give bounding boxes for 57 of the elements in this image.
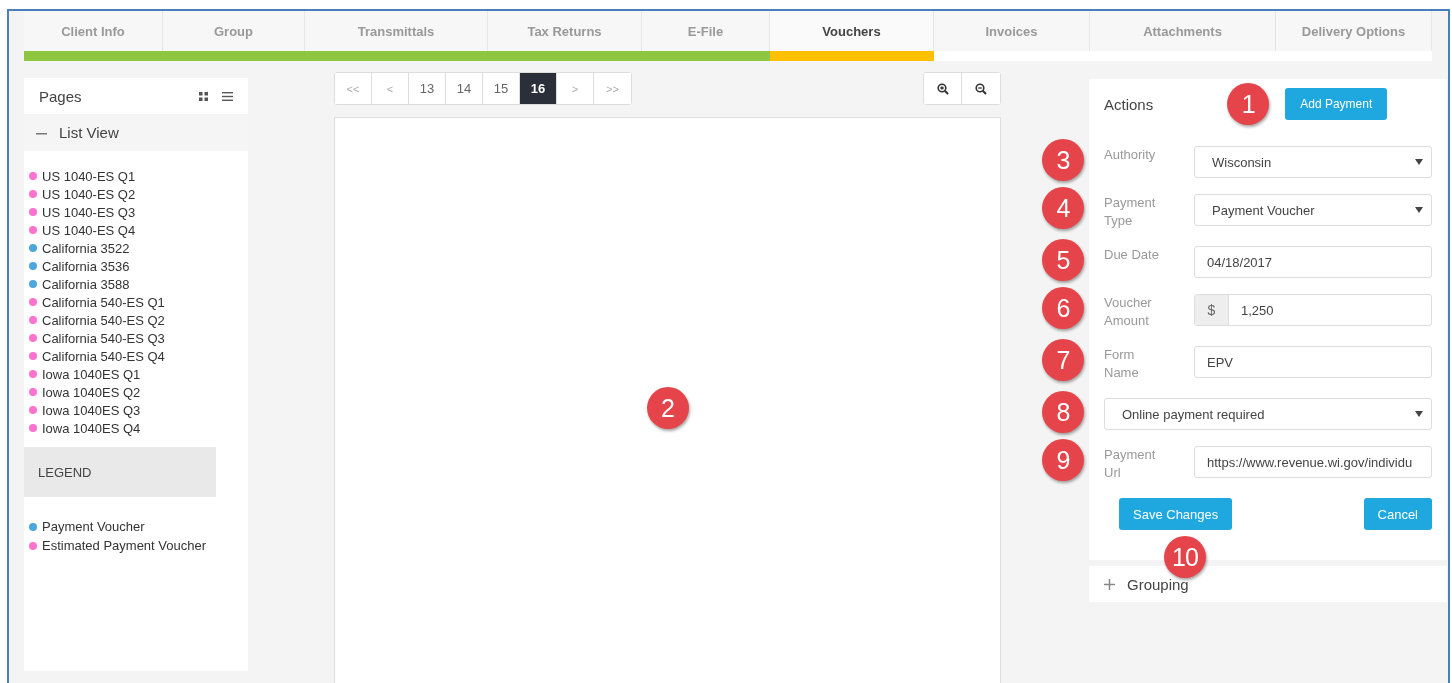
zoom-in-icon bbox=[936, 82, 949, 95]
caret-icon bbox=[1415, 411, 1423, 417]
list-view-toggle[interactable]: List View bbox=[24, 114, 248, 151]
page-item[interactable]: US 1040-ES Q4 bbox=[42, 222, 136, 238]
page-item[interactable]: US 1040-ES Q2 bbox=[42, 186, 136, 202]
caret-icon bbox=[1415, 159, 1423, 165]
callout-badge: 5 bbox=[1042, 239, 1084, 281]
caret-icon bbox=[1415, 207, 1423, 213]
page-item[interactable]: California 540-ES Q2 bbox=[42, 312, 165, 328]
page-item[interactable]: California 540-ES Q1 bbox=[42, 294, 165, 310]
grid-icon[interactable] bbox=[199, 91, 208, 101]
field-label: Payment Type bbox=[1104, 194, 1157, 230]
page-item[interactable]: California 540-ES Q4 bbox=[42, 348, 165, 364]
page-item[interactable]: California 3588 bbox=[42, 276, 130, 292]
amount-field[interactable]: $ 1,250 bbox=[1194, 294, 1432, 326]
panel-title: Pages bbox=[39, 87, 83, 105]
page-item[interactable]: US 1040-ES Q1 bbox=[42, 168, 136, 184]
legend-header: LEGEND bbox=[24, 447, 216, 497]
callout-badge: 6 bbox=[1042, 287, 1084, 329]
page-button[interactable]: 16 bbox=[520, 73, 557, 104]
field-label: Payment Url bbox=[1104, 446, 1157, 482]
callout-badge: 10 bbox=[1164, 536, 1206, 578]
callout-badge: 3 bbox=[1042, 139, 1084, 181]
page-item[interactable]: Iowa 1040ES Q2 bbox=[42, 384, 141, 400]
field-label: Due Date bbox=[1104, 246, 1160, 264]
list-icon[interactable] bbox=[222, 91, 233, 101]
input-field[interactable]: https://www.revenue.wi.gov/individu bbox=[1194, 446, 1432, 478]
panel-title: Actions bbox=[1104, 95, 1154, 113]
dropdown[interactable]: Payment Voucher bbox=[1194, 194, 1432, 226]
dropdown[interactable]: Online payment required bbox=[1104, 398, 1432, 430]
input-field[interactable]: EPV bbox=[1194, 346, 1432, 378]
input-field[interactable]: 04/18/2017 bbox=[1194, 246, 1432, 278]
plus-icon bbox=[1104, 578, 1115, 590]
page-item[interactable]: California 3536 bbox=[42, 258, 130, 274]
amount-value: 1,250 bbox=[1240, 302, 1275, 318]
currency-prefix: $ bbox=[1195, 295, 1229, 325]
field-label: Voucher Amount bbox=[1104, 294, 1153, 330]
callout-badge: 4 bbox=[1042, 187, 1084, 229]
page-item[interactable]: Iowa 1040ES Q4 bbox=[42, 420, 141, 436]
dropdown[interactable]: Wisconsin bbox=[1194, 146, 1432, 178]
page-item[interactable]: California 3522 bbox=[42, 240, 130, 256]
zoom-out-icon bbox=[975, 82, 987, 95]
callout-badge: 9 bbox=[1042, 439, 1084, 481]
legend-label: Payment Voucher bbox=[42, 519, 145, 534]
callout-badge: 7 bbox=[1042, 339, 1084, 381]
zoom-in-button[interactable] bbox=[924, 73, 962, 104]
page-item[interactable]: Iowa 1040ES Q3 bbox=[42, 402, 141, 418]
page-item[interactable]: Iowa 1040ES Q1 bbox=[42, 366, 141, 382]
legend-label: Estimated Payment Voucher bbox=[42, 538, 207, 553]
field-label: Authority bbox=[1104, 146, 1157, 164]
callout-badge: 8 bbox=[1042, 391, 1084, 433]
page-item[interactable]: US 1040-ES Q3 bbox=[42, 204, 136, 220]
field-label: Form Name bbox=[1104, 346, 1140, 382]
page-item[interactable]: California 540-ES Q3 bbox=[42, 330, 165, 346]
callout-badge: 1 bbox=[1227, 83, 1270, 125]
callout-badge: 2 bbox=[646, 387, 689, 429]
grouping-toggle[interactable]: Grouping bbox=[1089, 566, 1447, 602]
